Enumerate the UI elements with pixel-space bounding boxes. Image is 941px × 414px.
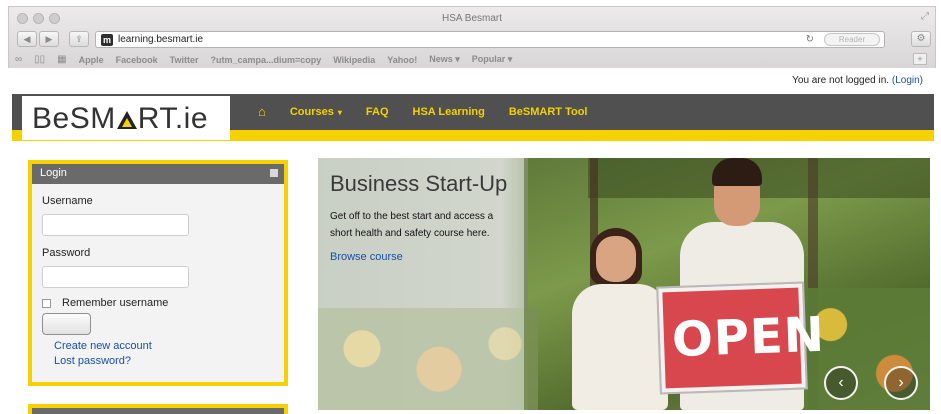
face [596,236,636,282]
chevron-right-icon[interactable]: › [884,366,918,400]
reader-button[interactable]: Reader [824,33,880,46]
bookmarks-icon[interactable]: ▯▯ [34,54,45,65]
chevron-left-icon[interactable]: ‹ [824,366,858,400]
fullscreen-icon[interactable]: ⤢ [921,11,929,22]
window-title: HSA Besmart [441,13,503,24]
hair [712,158,762,186]
url-text[interactable]: learning.besmart.ie [118,34,203,45]
bookmarks-bar: ∞ ▯▯ ▦ Apple Facebook Twitter ?utm_campa… [15,54,512,65]
share-icon[interactable]: ⇪ [69,31,89,47]
nav-hsa-learning[interactable]: HSA Learning [413,106,485,118]
browse-course-link[interactable]: Browse course [330,251,516,263]
login-status: You are not logged in. (Login) [792,75,923,86]
bookmark-item[interactable]: Facebook [116,55,158,65]
body [572,284,668,410]
nav-courses[interactable]: Courses ▾ [290,106,342,118]
main-nav: ⌂ Courses ▾ FAQ HSA Learning BeSMART Tool [258,104,587,119]
plus-icon[interactable]: + [913,53,927,65]
collapse-icon[interactable] [270,169,278,177]
reload-icon[interactable]: ↻ [806,34,814,45]
home-icon[interactable]: ⌂ [258,104,266,119]
open-sign-text: OPEN [671,306,826,369]
slide-title: Business Start-Up [330,171,508,196]
site-favicon: m [101,34,113,46]
hero-slider: OPEN Business Start-Up Get off to the be… [318,158,930,410]
bookmark-item[interactable]: Wikipedia [333,55,375,65]
site-logo[interactable]: BeSM RT.ie [22,96,230,140]
bookmark-item[interactable]: Twitter [170,55,199,65]
login-link[interactable]: (Login) [892,75,923,86]
nav-besmart-tool[interactable]: BeSMART Tool [509,106,588,118]
nav-courses-label: Courses [289,105,334,118]
forward-icon[interactable]: ▶ [39,31,59,47]
logo-text-right: RT.ie [137,102,209,135]
create-account-link[interactable]: Create new account [54,340,152,352]
grid-icon[interactable]: ▦ [57,54,66,65]
open-sign: OPEN [658,283,826,393]
login-block-title: Login [40,167,67,179]
lost-password-link[interactable]: Lost password? [54,355,131,367]
logo-text-left: BeSM [32,102,116,135]
bookmark-item[interactable]: News ▾ [429,54,460,65]
gear-icon[interactable]: ⚙ [911,31,931,47]
bookmark-item[interactable]: ?utm_campa...dium=copy [210,55,321,65]
password-label: Password [42,247,91,259]
login-block-header: Login [32,164,284,184]
remember-username-label: Remember username [62,297,169,309]
username-input[interactable] [42,214,189,236]
logo-text: BeSM RT.ie [32,102,208,136]
browser-chrome: HSA Besmart ⤢ ◀ ▶ ⇪ m learning.besmart.i… [8,6,936,68]
logo-triangle-icon [116,111,137,129]
chevron-down-icon: ▾ [337,107,342,117]
bookmark-item[interactable]: Apple [79,55,104,65]
back-icon[interactable]: ◀ [17,31,37,47]
remember-username-checkbox[interactable] [42,299,51,308]
reading-list-icon[interactable]: ∞ [15,54,22,65]
login-status-text: You are not logged in. [792,75,892,86]
username-label: Username [42,195,93,207]
bookmark-item[interactable]: Popular ▾ [472,54,513,65]
login-block: Login Username Password Remember usernam… [28,160,288,386]
next-block-header [28,404,288,414]
address-bar[interactable]: m learning.besmart.ie ↻ Reader [95,31,885,48]
bookmark-item[interactable]: Yahoo! [387,55,417,65]
slide-body: Get off to the best start and access a s… [330,211,494,239]
nav-faq[interactable]: FAQ [366,106,389,118]
login-button[interactable] [42,313,91,335]
password-input[interactable] [42,266,189,288]
slide-caption: Business Start-Up Get off to the best st… [330,170,516,263]
browser-nav-buttons: ◀ ▶ ⇪ [17,31,89,47]
